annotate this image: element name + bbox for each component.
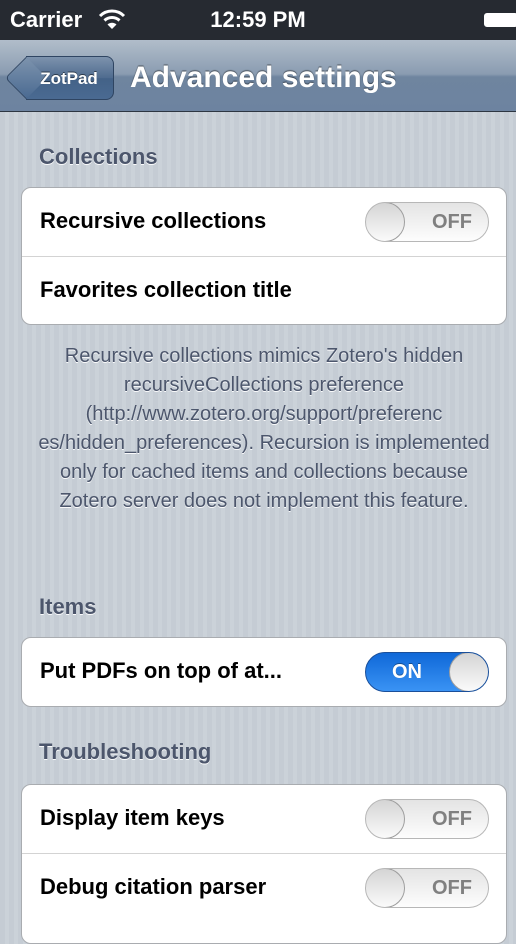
setting-row-put-pdfs-on-top: Put PDFs on top of at... ON <box>22 638 506 706</box>
back-button-label: ZotPad <box>40 69 98 88</box>
navigation-bar: ZotPad Advanced settings <box>0 40 516 112</box>
put-pdfs-on-top-toggle[interactable]: ON <box>365 652 489 692</box>
toggle-state-text: OFF <box>432 211 472 233</box>
battery-icon <box>484 13 516 27</box>
section-header-items: Items <box>39 594 97 619</box>
setting-label: Put PDFs on top of at... <box>40 658 282 683</box>
setting-label: Display item keys <box>40 805 225 830</box>
status-time: 12:59 PM <box>210 7 306 32</box>
items-group: Put PDFs on top of at... ON <box>21 637 507 707</box>
toggle-state-text: OFF <box>432 877 472 899</box>
toggle-knob <box>366 203 405 241</box>
toggle-state-text: OFF <box>432 808 472 830</box>
troubleshooting-group: Display item keys OFF Debug citation par… <box>21 784 507 944</box>
back-button[interactable]: ZotPad <box>4 56 114 100</box>
page-title: Advanced settings <box>130 61 397 94</box>
toggle-knob <box>366 869 405 907</box>
collections-footer-note: Recursive collections mimics Zotero's hi… <box>38 345 490 512</box>
section-header-troubleshooting: Troubleshooting <box>39 739 212 764</box>
toggle-knob <box>449 653 488 691</box>
toggle-knob <box>366 800 405 838</box>
setting-row-recursive-collections: Recursive collections OFF <box>22 188 506 256</box>
recursive-collections-toggle[interactable]: OFF <box>365 202 489 242</box>
setting-label: Favorites collection title <box>40 277 292 302</box>
toggle-state-text: ON <box>392 661 422 683</box>
setting-row-debug-citation-parser: Debug citation parser OFF <box>22 853 506 921</box>
status-bar: Carrier 12:59 PM <box>0 0 516 40</box>
setting-row-display-item-keys: Display item keys OFF <box>22 785 506 853</box>
setting-label: Debug citation parser <box>40 874 267 899</box>
setting-label: Recursive collections <box>40 208 267 233</box>
debug-citation-parser-toggle[interactable]: OFF <box>365 868 489 908</box>
setting-row-favorites-collection-title[interactable]: Favorites collection title <box>22 256 506 324</box>
display-item-keys-toggle[interactable]: OFF <box>365 799 489 839</box>
section-header-collections: Collections <box>39 144 158 169</box>
collections-group: Recursive collections OFF Favorites coll… <box>21 187 507 325</box>
